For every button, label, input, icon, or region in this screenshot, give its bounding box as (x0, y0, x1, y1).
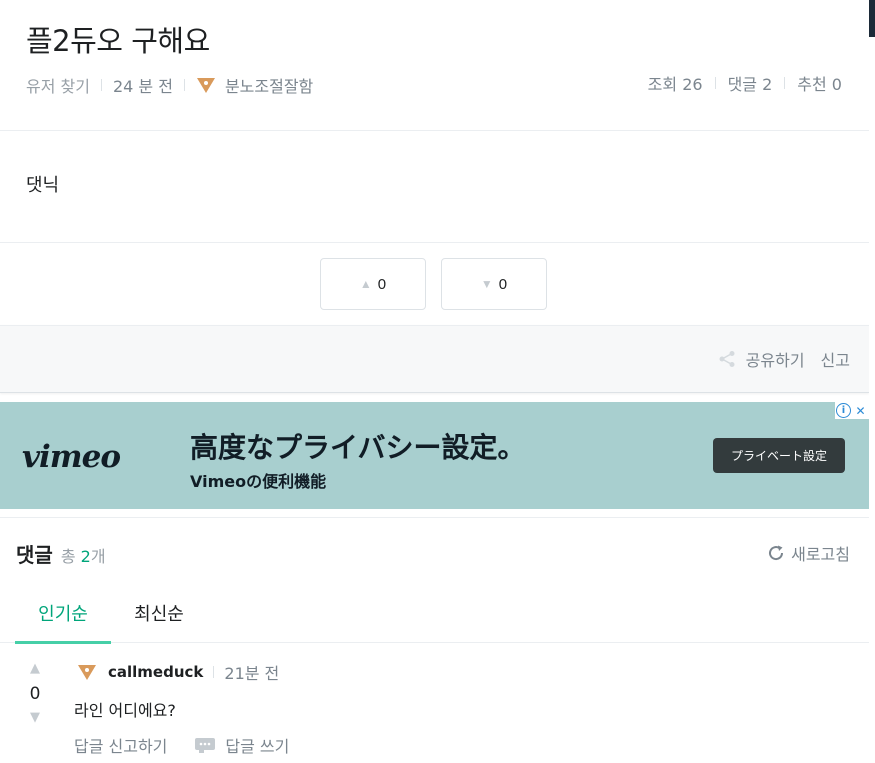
tab-popular[interactable]: 인기순 (15, 600, 111, 644)
comment-vote: ▲ 0 ▼ (24, 661, 46, 725)
triangle-up-icon: ▲ (359, 277, 372, 291)
comments-header: 댓글 총 2개 새로고침 인기순 최신순 (0, 517, 869, 644)
comments-title: 댓글 총 2개 (16, 539, 106, 568)
ad-cta-button[interactable]: プライベート設定 (713, 438, 845, 473)
post-time: 24 분 전 (112, 77, 173, 96)
comment-author[interactable]: callmeduck (108, 663, 203, 681)
upvote-count: 0 (377, 275, 387, 293)
triangle-down-icon: ▼ (480, 277, 493, 291)
divider (784, 77, 786, 89)
post-content: 댓닉 (26, 175, 60, 196)
report-button[interactable]: 신고 (821, 347, 850, 371)
share-actions: 공유하기 신고 (718, 347, 850, 371)
divider (213, 666, 215, 678)
share-icon[interactable] (718, 350, 736, 368)
comment-sort-tabs: 인기순 최신순 (15, 600, 207, 644)
divider (183, 79, 185, 91)
comment-upvote-icon[interactable]: ▲ (30, 661, 40, 676)
comment-report-button[interactable]: 답글 신고하기 (74, 733, 167, 757)
ad-headline: 高度なプライバシー設定。 (190, 431, 526, 464)
total-prefix: 총 (60, 547, 81, 566)
vote-area: ▲ 0 ▼ 0 (0, 243, 869, 325)
post-body: 댓닉 (0, 131, 869, 243)
post-author[interactable]: 분노조절잘함 (225, 73, 313, 97)
scrollbar-track[interactable] (869, 0, 875, 763)
post-page: 플2듀오 구해요 유저 찾기 24 분 전 분노조절잘함 조회 26 댓글 2 … (0, 0, 869, 763)
tier-icon (78, 665, 96, 680)
share-bar: 공유하기 신고 (0, 325, 869, 393)
post-title: 플2듀오 구해요 (26, 24, 210, 58)
comment-time: 21분 전 (224, 664, 280, 683)
downvote-count: 0 (498, 275, 508, 293)
refresh-icon (769, 545, 784, 561)
ad-banner[interactable]: vimeo 高度なプライバシー設定。 Vimeoの便利機能 プライベート設定 i… (0, 402, 869, 509)
share-button[interactable]: 공유하기 (746, 347, 805, 371)
total-count: 2 (80, 547, 91, 566)
comment-count: 댓글 2 (727, 75, 773, 94)
divider (100, 79, 102, 91)
comment-downvote-icon[interactable]: ▼ (30, 710, 40, 725)
ad-badge: i ✕ (835, 402, 869, 419)
ad-subheadline: Vimeoの便利機能 (190, 472, 327, 491)
comments-heading: 댓글 (16, 543, 53, 567)
category-link[interactable]: 유저 찾기 (26, 73, 90, 97)
comment-actions: 답글 신고하기 답글 쓰기 (74, 733, 289, 757)
divider (714, 77, 716, 89)
upvote-button[interactable]: ▲ 0 (320, 258, 426, 310)
window-corner (869, 0, 875, 37)
comment-text: 라인 어디에요? (74, 701, 176, 720)
close-icon[interactable]: ✕ (852, 402, 869, 419)
comment-item: ▲ 0 ▼ callmeduck 21분 전 라인 어디에요? 답글 신고하기 … (0, 643, 869, 763)
tab-latest[interactable]: 최신순 (111, 600, 207, 644)
like-count: 추천 0 (797, 75, 842, 94)
reply-icon[interactable] (194, 736, 216, 754)
post-stats: 조회 26 댓글 2 추천 0 (648, 71, 842, 95)
tier-icon (196, 78, 215, 93)
refresh-button[interactable]: 새로고침 (767, 541, 850, 565)
ad-logo: vimeo (22, 439, 121, 475)
info-icon[interactable]: i (836, 403, 851, 418)
view-count: 조회 26 (647, 75, 703, 94)
comment-reply-button[interactable]: 답글 쓰기 (225, 733, 289, 757)
comments-total: 총 2개 (61, 543, 106, 567)
post-meta: 유저 찾기 24 분 전 분노조절잘함 (26, 73, 313, 97)
total-suffix: 개 (90, 547, 106, 566)
refresh-label: 새로고침 (791, 545, 850, 564)
comment-meta: callmeduck 21분 전 (77, 660, 279, 684)
post-header: 플2듀오 구해요 유저 찾기 24 분 전 분노조절잘함 조회 26 댓글 2 … (0, 0, 869, 131)
comment-vote-count: 0 (29, 684, 41, 704)
downvote-button[interactable]: ▼ 0 (441, 258, 547, 310)
